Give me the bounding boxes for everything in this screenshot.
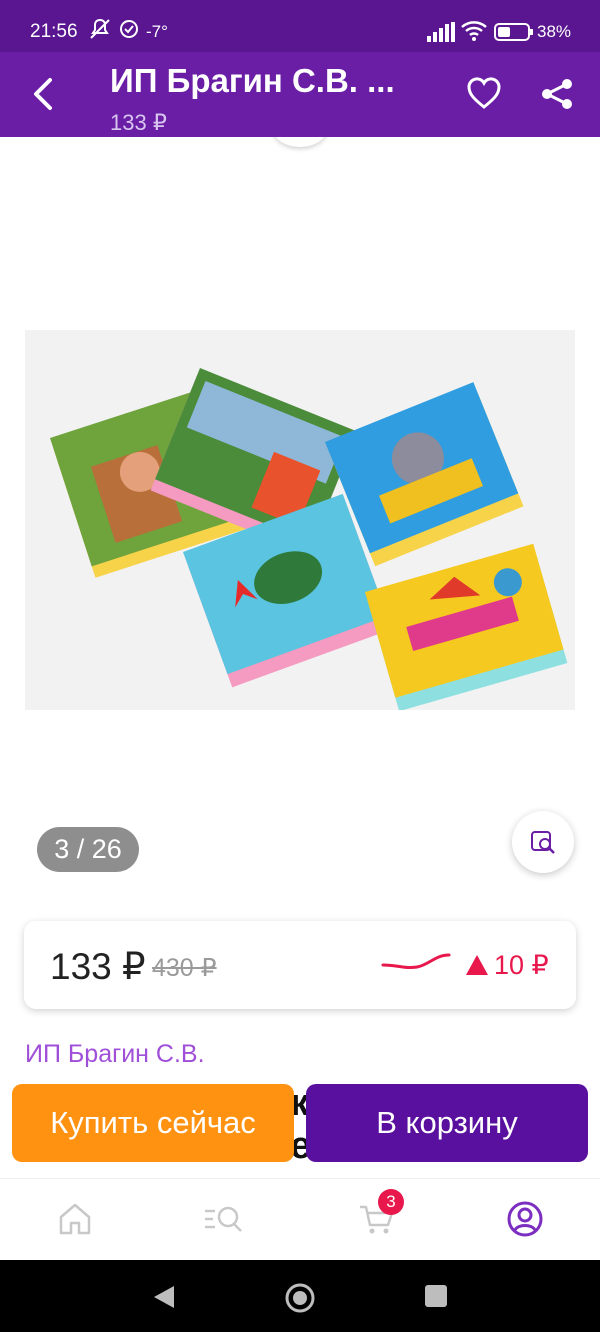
seller-link[interactable]: ИП Брагин С.В.	[25, 1040, 205, 1069]
home-icon[interactable]	[55, 1199, 95, 1239]
muted-bell-icon	[88, 18, 112, 45]
price-change: 10 ₽	[466, 950, 549, 981]
app-bar: ИП Брагин С.В. ... 133 ₽	[0, 52, 600, 137]
check-circle-icon	[118, 18, 140, 45]
gallery-handle	[272, 137, 328, 147]
system-nav-bar	[0, 1260, 600, 1332]
buy-now-button[interactable]: Купить сейчас	[12, 1084, 294, 1162]
wifi-icon	[460, 20, 488, 47]
battery-percent: 38%	[537, 22, 572, 41]
price-change-value: 10 ₽	[494, 950, 549, 980]
signal-icon	[427, 22, 455, 47]
system-back-icon[interactable]	[152, 1284, 176, 1315]
product-photo[interactable]	[25, 330, 575, 712]
header-price: 133 ₽	[110, 110, 167, 135]
product-gallery[interactable]: 3 / 26	[0, 137, 600, 897]
up-triangle-icon	[466, 955, 488, 975]
heart-icon[interactable]	[466, 76, 502, 115]
share-icon[interactable]	[540, 78, 574, 115]
cart-badge: 3	[378, 1189, 404, 1215]
back-arrow-icon[interactable]	[28, 76, 58, 112]
price-card[interactable]: 133 ₽ 430 ₽ 10 ₽	[24, 921, 576, 1009]
visual-search-button[interactable]	[512, 811, 574, 873]
profile-icon[interactable]	[505, 1199, 545, 1239]
status-bar: 21:56 -7° 38%	[0, 0, 600, 52]
image-search-icon	[531, 831, 555, 854]
bottom-nav: 3	[0, 1178, 600, 1261]
battery-icon	[494, 22, 534, 47]
cart-icon[interactable]: 3	[356, 1189, 404, 1239]
status-time: 21:56	[30, 21, 78, 42]
current-price: 133 ₽	[50, 946, 146, 987]
old-price: 430 ₽	[152, 954, 217, 982]
system-recents-icon[interactable]	[424, 1284, 448, 1313]
catalog-search-icon[interactable]	[203, 1199, 243, 1239]
add-to-cart-button[interactable]: В корзину	[306, 1084, 588, 1162]
image-counter: 3 / 26	[37, 827, 139, 872]
page-title: ИП Брагин С.В. ...	[110, 62, 395, 99]
price-trend-icon	[381, 951, 451, 978]
system-home-icon[interactable]	[284, 1282, 316, 1319]
status-temperature: -7°	[146, 22, 168, 41]
